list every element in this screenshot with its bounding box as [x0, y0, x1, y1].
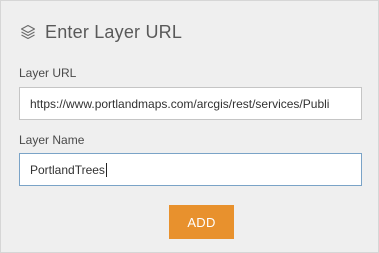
- layer-url-value: https://www.portlandmaps.com/arcgis/rest…: [30, 96, 330, 111]
- enter-layer-url-panel: Enter Layer URL Layer URL https://www.po…: [0, 0, 379, 253]
- layer-url-input[interactable]: https://www.portlandmaps.com/arcgis/rest…: [19, 87, 362, 120]
- layer-name-value: PortlandTrees: [30, 162, 105, 177]
- panel-header: Enter Layer URL: [18, 19, 182, 45]
- layer-name-input[interactable]: PortlandTrees: [19, 153, 362, 186]
- text-caret: [105, 162, 107, 177]
- panel-title: Enter Layer URL: [45, 21, 183, 42]
- layers-icon: [18, 22, 38, 42]
- layer-url-label: Layer URL: [19, 66, 77, 80]
- layer-name-label: Layer Name: [19, 133, 85, 147]
- add-button[interactable]: ADD: [169, 205, 234, 239]
